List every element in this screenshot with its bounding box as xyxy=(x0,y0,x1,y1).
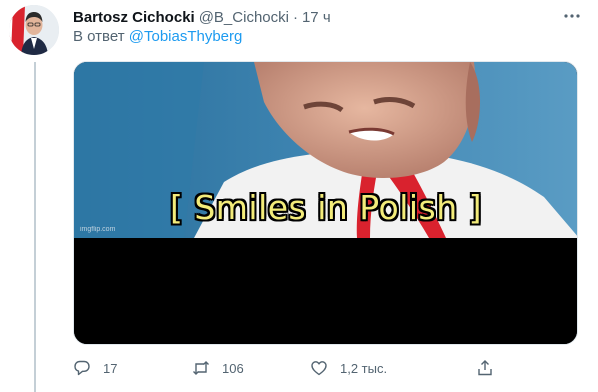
share-button[interactable] xyxy=(476,357,506,379)
avatar[interactable] xyxy=(9,5,59,55)
author-handle[interactable]: @B_Cichocki xyxy=(199,9,289,26)
retweet-icon xyxy=(193,361,209,375)
retweet-button[interactable]: 106 xyxy=(192,357,244,379)
reply-bubble-icon xyxy=(74,360,90,376)
reply-count: 17 xyxy=(103,360,118,376)
reply-button[interactable]: 17 xyxy=(73,357,117,379)
avatar-photo xyxy=(9,5,59,55)
thread-line xyxy=(34,62,36,392)
tweet-actions: 17 106 1,2 тыс. xyxy=(73,357,503,379)
retweet-count: 106 xyxy=(222,360,244,376)
reply-context: В ответ @TobiasThyberg xyxy=(73,28,242,45)
meme-caption: [ Smiles in Polish ] xyxy=(169,188,483,227)
like-button[interactable]: 1,2 тыс. xyxy=(310,357,387,379)
reply-prefix: В ответ xyxy=(73,28,125,45)
media-watermark: imgflip.com xyxy=(80,226,116,233)
like-count: 1,2 тыс. xyxy=(340,360,388,376)
tweet-media[interactable]: [ Smiles in Polish ] imgflip.com xyxy=(73,61,578,345)
share-icon xyxy=(478,360,492,376)
more-horizontal-icon xyxy=(564,14,580,18)
reply-to-link[interactable]: @TobiasThyberg xyxy=(129,28,243,45)
tweet-header: Bartosz Cichocki @B_Cichocki · 17 ч xyxy=(73,7,331,27)
author-name[interactable]: Bartosz Cichocki xyxy=(73,9,195,26)
separator-dot: · xyxy=(292,8,298,26)
heart-icon xyxy=(311,361,327,376)
more-button[interactable] xyxy=(562,6,582,26)
tweet-time[interactable]: 17 ч xyxy=(302,9,331,26)
media-letterbox xyxy=(74,238,577,344)
